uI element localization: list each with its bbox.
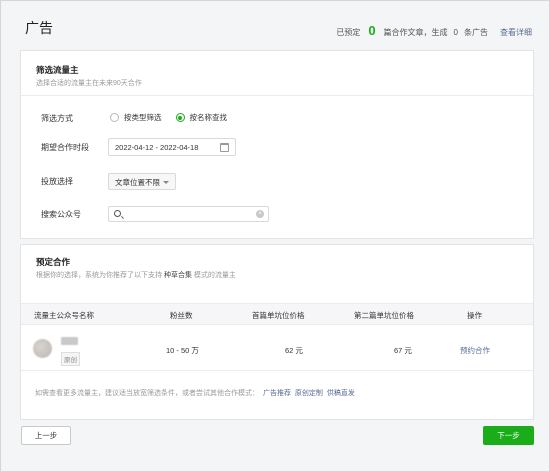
- link-original-custom[interactable]: 原创定制: [295, 390, 323, 397]
- summary-prefix: 已预定: [336, 28, 361, 37]
- table-header: 流量主公众号名称 粉丝数 首篇单坑位价格 第二篇单坑位价格 操作: [21, 303, 533, 325]
- account-search-input[interactable]: ×: [108, 206, 269, 222]
- col-fans: 粉丝数: [170, 311, 193, 320]
- book-cooperation-link[interactable]: 预约合作: [460, 345, 490, 356]
- summary-middle: 篇合作文章，生成: [383, 28, 448, 37]
- account-name-blurred: [61, 337, 78, 345]
- recommend-description: 根据你的选择，系统为你推荐了以下支持 种草合集 模式的流量主: [36, 270, 236, 280]
- summary-suffix: 条广告: [464, 28, 488, 37]
- desc-suffix: 模式的流量主: [193, 272, 236, 279]
- table-row: 原创 10 - 50 万 62 元 67 元 预约合作: [21, 325, 533, 371]
- placement-value: 文章位置不限: [115, 178, 160, 187]
- filter-title: 筛选流量主: [36, 65, 79, 75]
- filter-method-label: 筛选方式: [41, 114, 73, 123]
- filter-method-radio-group: 按类型筛选 按名称查找: [110, 112, 227, 123]
- hint-text: 如需查看更多流量主，建议适当放宽筛选条件，或者尝试其他合作模式：: [35, 390, 259, 397]
- filter-card: 筛选流量主 选择合适的流量主在未来90天合作 筛选方式 按类型筛选 按名称查找 …: [20, 50, 534, 239]
- page-title: 广告: [25, 20, 53, 36]
- view-details-link[interactable]: 查看详细: [500, 27, 532, 38]
- placement-label: 投放选择: [41, 177, 73, 186]
- link-ad-recommend[interactable]: 广告推荐: [263, 390, 291, 397]
- original-tag: 原创: [61, 352, 80, 366]
- radio-by-name-label: 按名称查找: [189, 113, 228, 122]
- date-range-picker[interactable]: 2022-04-12 - 2022-04-18: [108, 138, 236, 156]
- booked-count: 0: [368, 23, 376, 38]
- date-range-value: 2022-04-12 - 2022-04-18: [115, 143, 199, 152]
- window: 广告 已预定 0 篇合作文章，生成 0 条广告 查看详细 筛选流量主 选择合适的…: [0, 0, 550, 472]
- col-action: 操作: [467, 311, 482, 320]
- col-account-name: 流量主公众号名称: [34, 311, 94, 320]
- search-label: 搜索公众号: [41, 210, 81, 219]
- radio-unchecked-icon: [110, 113, 119, 122]
- col-first-price: 首篇单坑位价格: [252, 311, 305, 320]
- radio-by-type[interactable]: 按类型筛选: [110, 112, 162, 123]
- divider: [21, 95, 533, 96]
- desc-mode: 种草合集: [163, 272, 192, 279]
- calendar-icon: [220, 143, 229, 152]
- radio-by-type-label: 按类型筛选: [124, 113, 162, 122]
- recommend-card: 预定合作 根据你的选择，系统为你推荐了以下支持 种草合集 模式的流量主 流量主公…: [20, 244, 534, 420]
- search-icon: [114, 210, 121, 217]
- ad-count: 0: [453, 28, 458, 37]
- next-step-button[interactable]: 下一步: [483, 426, 534, 445]
- period-label: 期望合作时段: [41, 143, 89, 152]
- chevron-down-icon: [163, 181, 169, 184]
- fans-cell: 10 - 50 万: [166, 346, 199, 355]
- link-direct-supply[interactable]: 供稿直发: [327, 390, 355, 397]
- desc-prefix: 根据你的选择，系统为你推荐了以下支持: [36, 272, 162, 279]
- more-hint: 如需查看更多流量主，建议适当放宽筛选条件，或者尝试其他合作模式： 广告推荐 原创…: [35, 388, 355, 398]
- first-price-cell: 62 元: [285, 346, 303, 355]
- filter-subtitle: 选择合适的流量主在未来90天合作: [36, 80, 142, 87]
- recommend-title: 预定合作: [36, 257, 71, 267]
- avatar: [33, 339, 52, 358]
- clear-icon[interactable]: ×: [256, 210, 264, 218]
- radio-checked-icon: [175, 113, 185, 122]
- prev-step-button[interactable]: 上一步: [21, 426, 71, 445]
- second-price-cell: 67 元: [394, 346, 412, 355]
- placement-select[interactable]: 文章位置不限: [108, 173, 176, 190]
- col-second-price: 第二篇单坑位价格: [354, 311, 414, 320]
- radio-by-name[interactable]: 按名称查找: [175, 112, 228, 123]
- booking-summary: 已预定 0 篇合作文章，生成 0 条广告 查看详细: [336, 23, 532, 38]
